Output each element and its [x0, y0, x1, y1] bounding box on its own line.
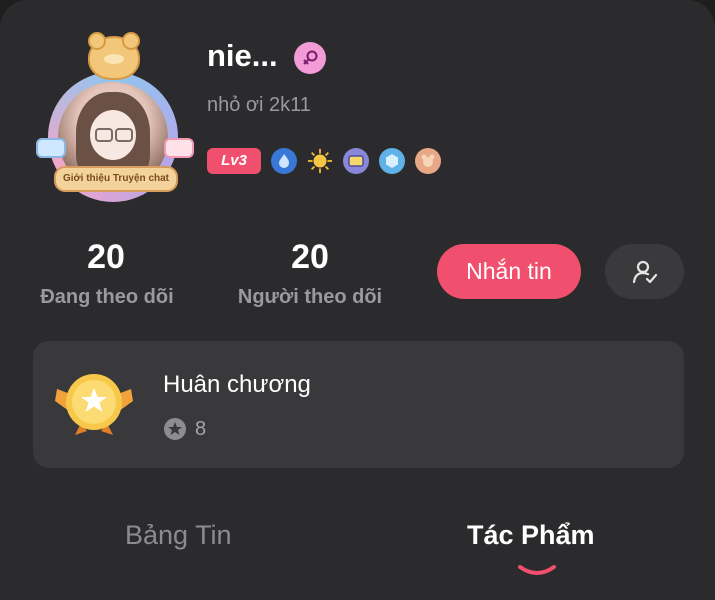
sun-badge-icon[interactable] — [307, 148, 333, 174]
level-badge[interactable]: Lv3 — [207, 148, 261, 174]
badge-row: Lv3 — [207, 147, 441, 175]
chat-bubble-decoration-icon — [36, 138, 66, 158]
avatar-frame-label: Giới thiệu Truyện chat — [54, 166, 178, 192]
screen-badge-icon[interactable] — [343, 148, 369, 174]
message-button[interactable]: Nhắn tin — [437, 244, 581, 299]
user-check-icon — [632, 260, 657, 283]
medals-card[interactable]: Huân chương 8 — [33, 341, 684, 468]
following-label[interactable]: Đang theo dõi — [26, 286, 188, 309]
tab-works[interactable]: Tác Phẩm — [467, 520, 595, 551]
followers-count[interactable]: 20 — [264, 238, 356, 277]
following-count[interactable]: 20 — [60, 238, 152, 277]
profile-subtitle: nhỏ ơi 2k11 — [207, 94, 311, 116]
star-circle-icon — [164, 418, 186, 440]
tab-feed[interactable]: Bảng Tin — [125, 520, 232, 551]
bear-decoration-icon — [88, 32, 140, 80]
follow-status-button[interactable] — [605, 244, 684, 299]
blue-flame-badge-icon[interactable] — [271, 148, 297, 174]
hexagon-badge-icon[interactable] — [379, 148, 405, 174]
medals-count: 8 — [195, 417, 207, 440]
avatar[interactable]: Giới thiệu Truyện chat — [36, 32, 194, 202]
chat-bubble-decoration-icon — [164, 138, 194, 158]
active-tab-indicator — [518, 565, 556, 575]
medals-title: Huân chương — [163, 371, 311, 398]
profile-name: nie... — [207, 38, 278, 73]
profile-card: Giới thiệu Truyện chat nie... nhỏ ơi 2k1… — [0, 0, 715, 600]
followers-label[interactable]: Người theo dõi — [225, 286, 395, 309]
bear-badge-icon[interactable] — [415, 148, 441, 174]
female-icon — [294, 42, 326, 74]
medals-count-row: 8 — [163, 417, 206, 441]
medal-icon — [51, 367, 137, 437]
